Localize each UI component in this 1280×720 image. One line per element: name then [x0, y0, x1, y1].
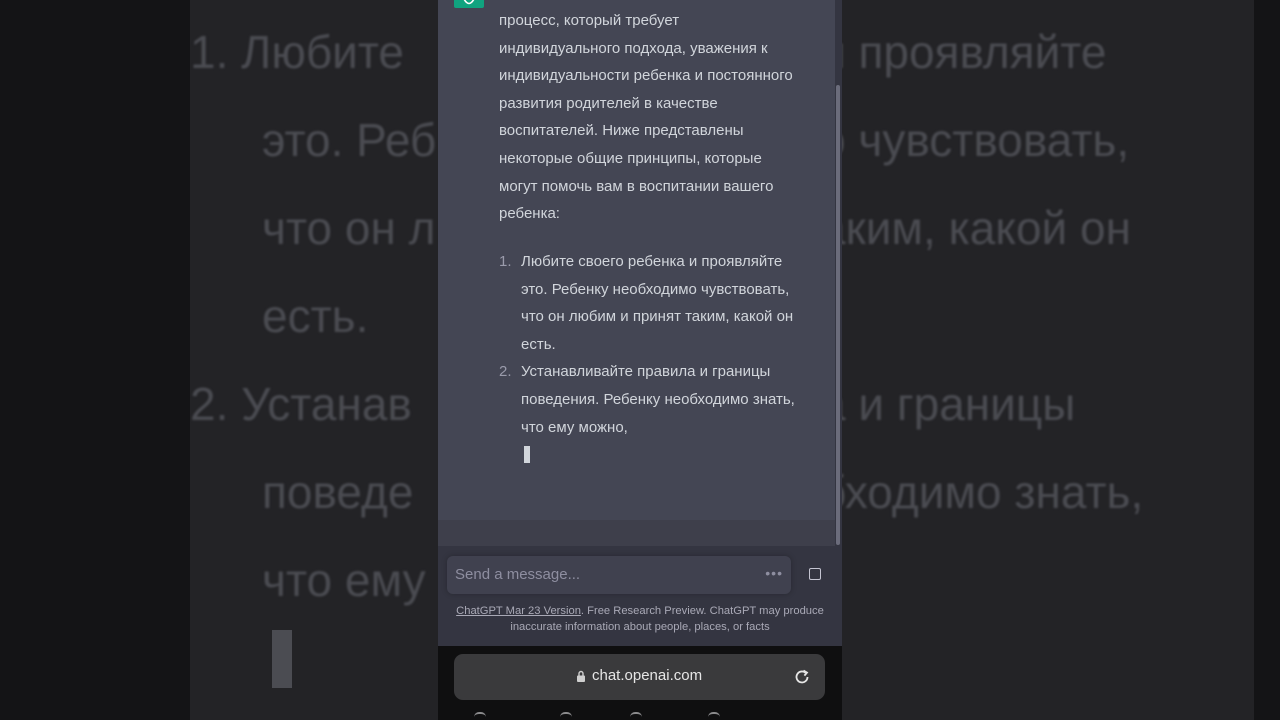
chat-bottom-strip — [438, 520, 835, 546]
bg-line: что он л — [262, 202, 436, 254]
nav-tabs-icon[interactable] — [708, 712, 724, 720]
composer-panel: Send a message... ••• ChatGPT Mar 23 Ver… — [438, 546, 842, 646]
message-line: индивидуальности ребенка и постоянного — [499, 67, 793, 85]
typing-cursor — [524, 446, 530, 463]
message-line: процесс, который требует — [499, 12, 680, 29]
stop-generating-button[interactable] — [809, 568, 821, 580]
message-input[interactable]: Send a message... ••• — [447, 556, 791, 594]
chat-scrollbar[interactable] — [835, 0, 842, 546]
message-line: воспитателей. Ниже представлены — [499, 122, 744, 140]
bg-line: бходимо знать, — [842, 466, 1144, 518]
background-text-left: 1. Любите это. Реб что он л есть. 2. Уст… — [190, 8, 436, 624]
background-blur-left: 1. Любите это. Реб что он л есть. 2. Уст… — [190, 0, 438, 720]
bg-line: и проявляйте — [842, 26, 1107, 78]
list-line: Устанавливайте правила и границы — [521, 363, 771, 381]
bg-line: а и границы — [842, 378, 1076, 430]
bg-line: это. Реб — [262, 114, 437, 166]
url-text: chat.openai.com — [592, 667, 703, 684]
list-number: 1. — [499, 253, 512, 270]
bg-line — [842, 272, 1143, 360]
background-text-right: и проявляйте о чувствовать, аким, какой … — [842, 8, 1143, 536]
list-item: 1. Любите своего ребенка и проявляйте эт… — [499, 248, 819, 358]
background-cursor — [272, 630, 292, 688]
list-line: есть. — [521, 335, 556, 353]
phone-screen: процесс, который требует индивидуального… — [438, 0, 842, 720]
footer-disclaimer: ChatGPT Mar 23 Version. Free Research Pr… — [448, 603, 832, 635]
message-line: развития родителей в качестве — [499, 94, 718, 112]
message-line: некоторые общие принципы, которые — [499, 149, 762, 167]
typing-dots-icon: ••• — [765, 565, 783, 581]
message-line: могут помочь вам в воспитании вашего — [499, 177, 774, 195]
message-input-placeholder: Send a message... — [455, 566, 581, 583]
bg-line: 2. Устанав — [190, 378, 412, 430]
bg-line: поведе — [262, 466, 414, 518]
message-intro: процесс, который требует индивидуального… — [499, 7, 819, 228]
list-line: что ему можно, — [521, 418, 628, 436]
bg-line: есть. — [262, 290, 369, 342]
message-line: индивидуального подхода, уважения к — [499, 39, 768, 57]
assistant-message: процесс, который требует индивидуального… — [438, 0, 835, 520]
bg-line: аким, какой он — [842, 202, 1131, 254]
reload-icon[interactable] — [793, 668, 811, 686]
chatgpt-logo-icon — [454, 0, 484, 8]
browser-address-bar[interactable]: chat.openai.com — [454, 654, 825, 700]
message-list: 1. Любите своего ребенка и проявляйте эт… — [499, 248, 819, 441]
list-line: это. Ребенку необходимо чувствовать, — [521, 280, 790, 298]
background-blur-right: и проявляйте о чувствовать, аким, какой … — [842, 0, 1254, 720]
list-item: 2. Устанавливайте правила и границы пове… — [499, 358, 819, 441]
nav-share-icon[interactable] — [630, 712, 646, 720]
lock-icon — [577, 670, 585, 682]
version-link[interactable]: ChatGPT Mar 23 Version — [456, 605, 581, 617]
list-line: что он любим и принят таким, какой он — [521, 308, 794, 326]
nav-forward-icon[interactable] — [560, 712, 576, 720]
list-line: Любите своего ребенка и проявляйте — [521, 253, 783, 270]
bg-line: о чувствовать, — [842, 114, 1130, 166]
bg-line: что ему — [262, 554, 426, 606]
message-line: ребенка: — [499, 205, 560, 223]
nav-back-icon[interactable] — [474, 712, 490, 720]
scrollbar-thumb[interactable] — [836, 85, 840, 545]
bg-line: 1. Любите — [190, 26, 405, 78]
list-number: 2. — [499, 363, 512, 381]
list-line: поведения. Ребенку необходимо знать, — [521, 390, 795, 408]
